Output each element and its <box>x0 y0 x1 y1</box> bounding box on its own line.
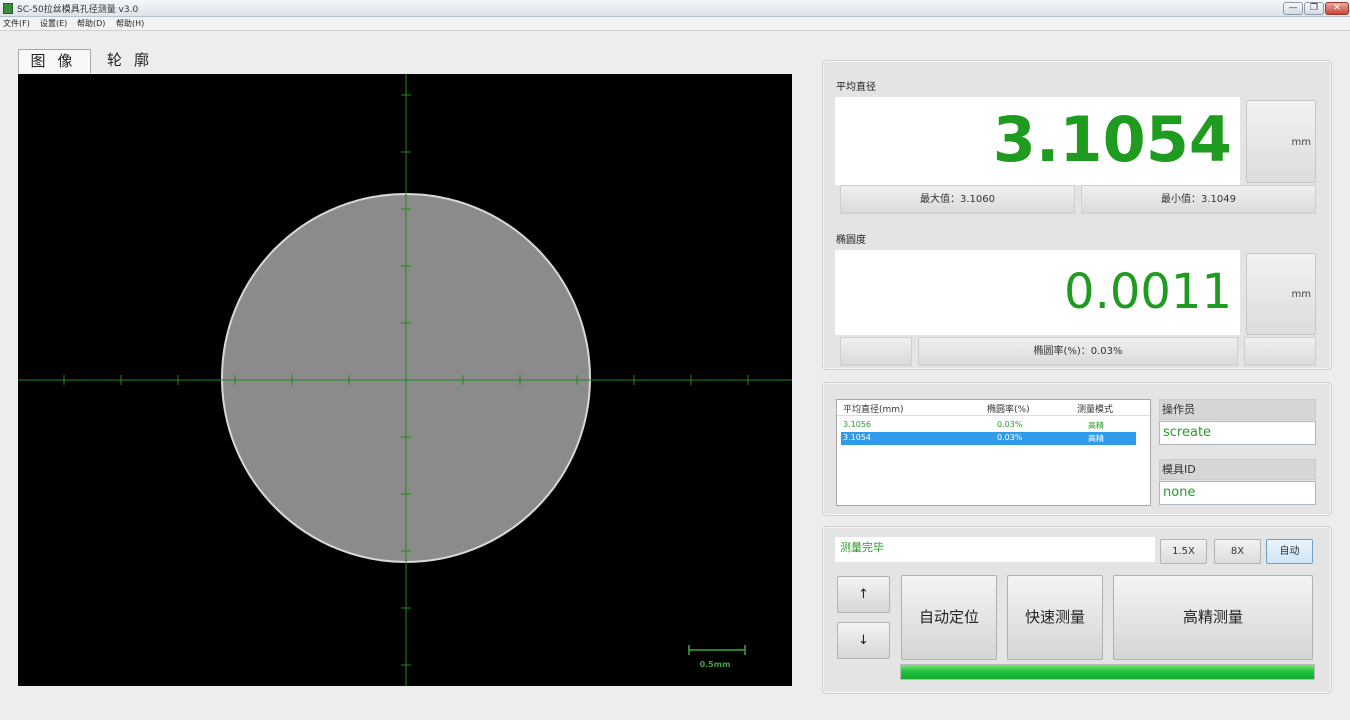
mold-id-input[interactable]: none <box>1159 481 1316 505</box>
row-1-diameter: 3.1056 <box>843 420 871 429</box>
menu-help-h[interactable]: 帮助(H) <box>116 18 144 29</box>
tab-image[interactable]: 图像 <box>18 49 91 73</box>
menu-settings[interactable]: 设置(E) <box>40 18 67 29</box>
column-header-mode[interactable]: 测量模式 <box>1077 402 1113 415</box>
window-title: SC-50拉丝模具孔径测量 v3.0 <box>17 5 139 15</box>
row-2-rate: 0.03% <box>997 433 1023 442</box>
row-2-mode: 高精 <box>1088 434 1104 443</box>
app-icon <box>3 3 13 14</box>
arrow-down-button[interactable]: ↓ <box>837 622 890 659</box>
zoom-8x-button[interactable]: 8X <box>1214 539 1261 564</box>
close-button[interactable]: ✕ <box>1325 2 1349 15</box>
ovality-display: 0.0011 <box>835 250 1240 335</box>
operator-input[interactable]: screate <box>1159 421 1316 445</box>
max-value-button[interactable]: 最大值：3.1060 <box>840 185 1075 214</box>
ovality-value: 0.0011 <box>1064 264 1232 320</box>
menu-help-d[interactable]: 帮助(D) <box>77 18 105 29</box>
row-2-diameter: 3.1054 <box>843 433 871 442</box>
restore-button[interactable]: ❐ <box>1304 2 1324 15</box>
auto-locate-button[interactable]: 自动定位 <box>901 575 997 660</box>
row-1-rate: 0.03% <box>997 420 1023 429</box>
zoom-1-5x-button[interactable]: 1.5X <box>1160 539 1207 564</box>
column-header-rate[interactable]: 椭圆率(%) <box>987 402 1030 415</box>
viewer-canvas <box>18 74 792 686</box>
ovality-blank-left[interactable] <box>840 337 912 366</box>
avg-diameter-unit: mm <box>1246 100 1316 183</box>
menu-file[interactable]: 文件(F) <box>3 18 30 29</box>
camera-viewer[interactable]: 0.5mm <box>18 74 792 686</box>
column-header-diameter[interactable]: 平均直径(mm) <box>843 402 904 415</box>
arrow-up-button[interactable]: ↑ <box>837 576 890 613</box>
min-value-button[interactable]: 最小值：3.1049 <box>1081 185 1316 214</box>
mold-id-label: 模具ID <box>1159 459 1316 480</box>
title-bar: SC-50拉丝模具孔径测量 v3.0 — ❐ ✕ <box>0 0 1350 17</box>
progress-bar <box>900 664 1315 680</box>
scale-label: 0.5mm <box>699 660 731 669</box>
ovality-unit: mm <box>1246 253 1316 335</box>
ovality-label: 椭圆度 <box>836 235 866 246</box>
precise-measure-button[interactable]: 高精测量 <box>1113 575 1313 660</box>
menu-bar: 文件(F) 设置(E) 帮助(D) 帮助(H) <box>0 17 1350 31</box>
progress-fill <box>901 665 1314 679</box>
zoom-auto-button[interactable]: 自动 <box>1266 539 1313 564</box>
avg-diameter-display: 3.1054 <box>835 97 1240 185</box>
ovality-rate-button[interactable]: 椭圆率(%)：0.03% <box>918 337 1238 366</box>
tab-contour[interactable]: 轮廓 <box>98 49 164 73</box>
status-field: 测量完毕 <box>835 537 1155 562</box>
scale-bar <box>688 645 746 655</box>
ovality-blank-right[interactable] <box>1244 337 1316 366</box>
operator-label: 操作员 <box>1159 399 1316 420</box>
table-row-selected[interactable]: 3.1054 0.03% 高精 <box>841 432 1136 445</box>
row-1-mode: 高精 <box>1088 421 1104 430</box>
minimize-button[interactable]: — <box>1283 2 1303 15</box>
history-table[interactable]: 平均直径(mm) 椭圆率(%) 测量模式 3.1056 0.03% 高精 3.1… <box>836 399 1151 506</box>
quick-measure-button[interactable]: 快速测量 <box>1007 575 1103 660</box>
avg-diameter-label: 平均直径 <box>836 82 876 93</box>
avg-diameter-value: 3.1054 <box>992 103 1232 176</box>
